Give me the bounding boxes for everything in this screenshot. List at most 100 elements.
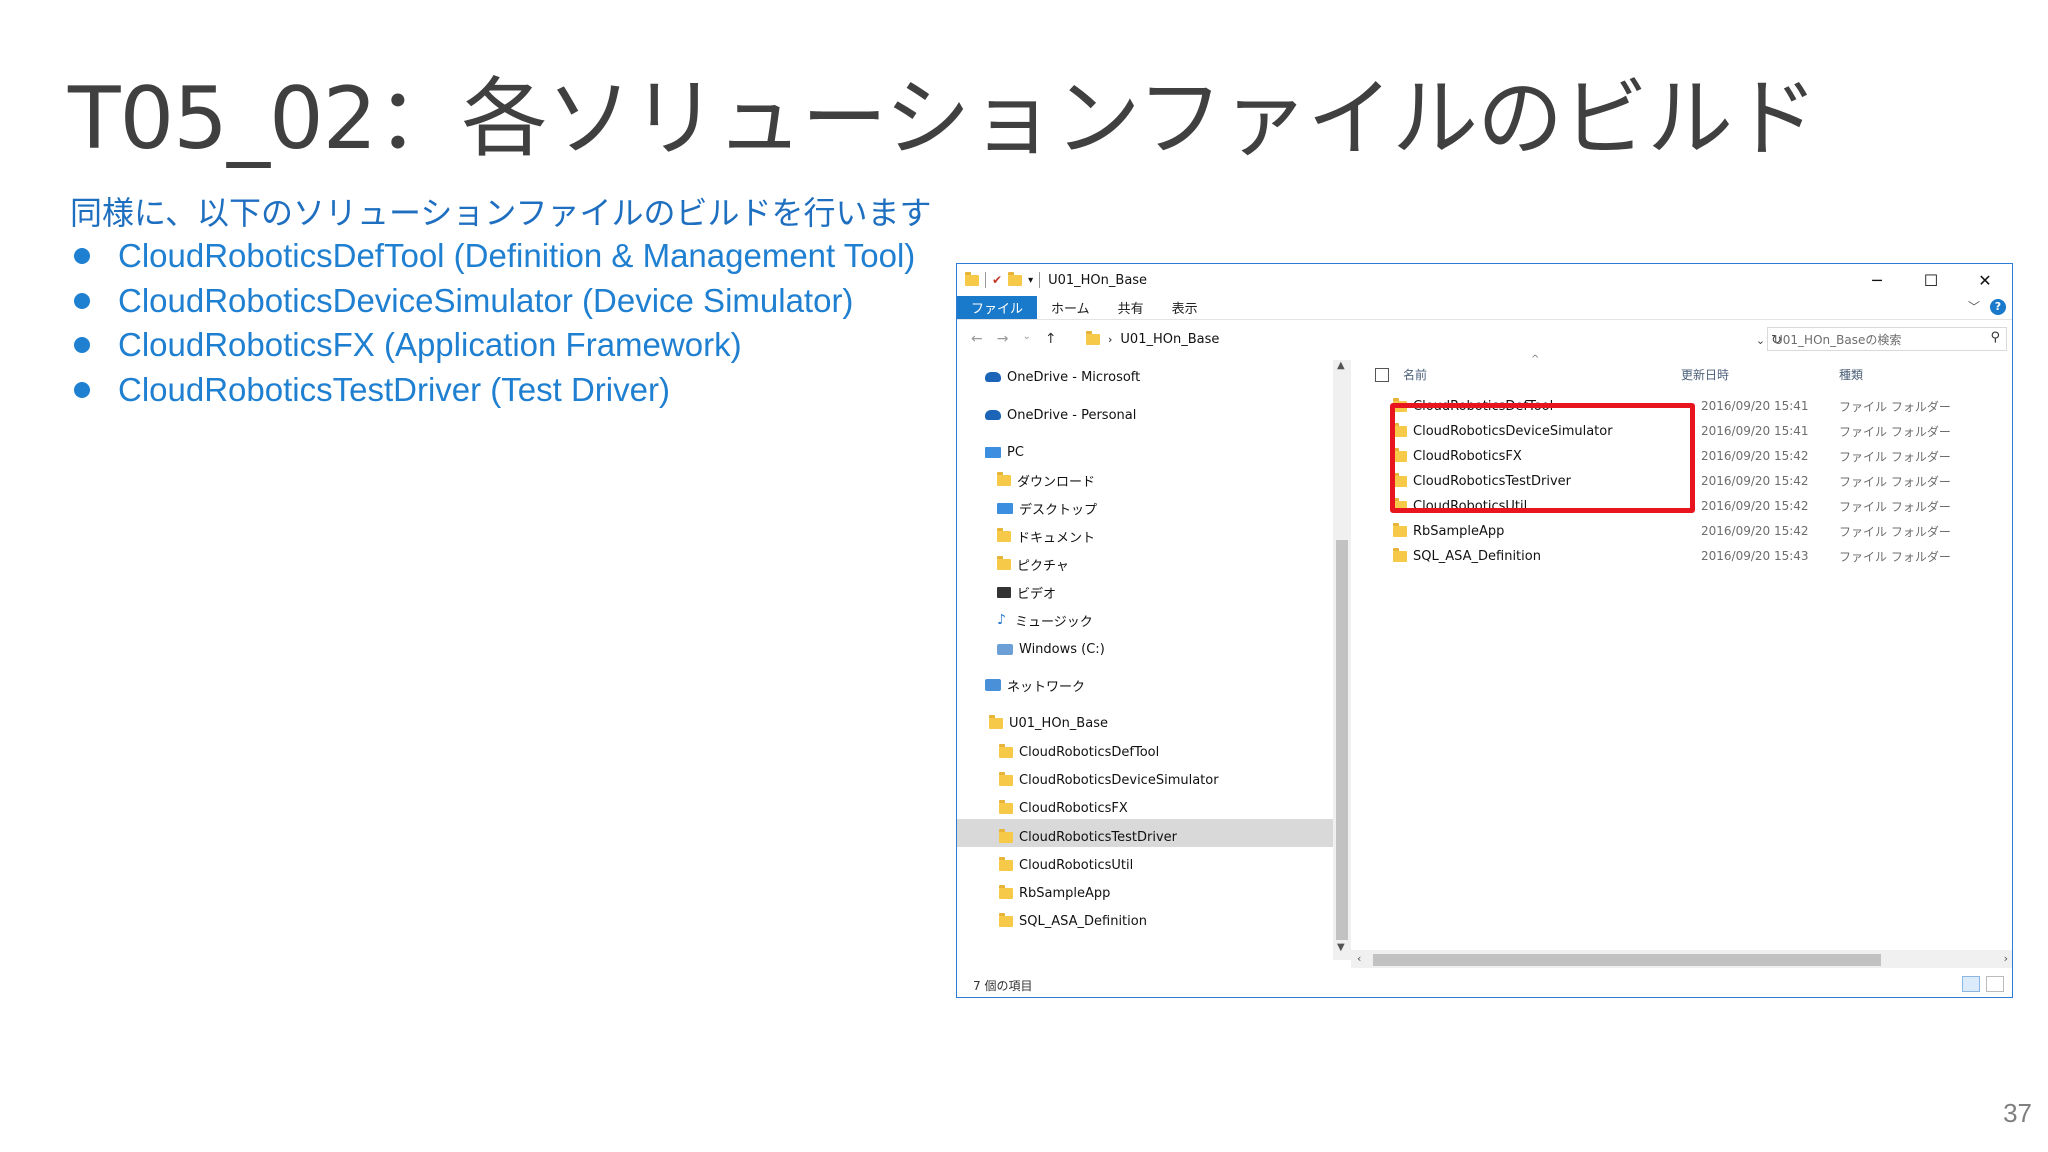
tab-view[interactable]: 表示 bbox=[1158, 296, 1212, 319]
help-icon[interactable]: ? bbox=[1990, 298, 2006, 315]
nav-scrollbar[interactable]: ▲ ▼ bbox=[1333, 360, 1351, 960]
bullet-text: CloudRoboticsTestDriver (Test Driver) bbox=[118, 370, 670, 408]
file-date: 2016/09/20 15:41 bbox=[1701, 424, 1809, 438]
nav-item-windows-c[interactable]: Windows (C:) bbox=[997, 638, 1105, 660]
minimize-icon[interactable]: ─ bbox=[1850, 264, 1904, 296]
search-icon[interactable]: ⚲ bbox=[1990, 330, 2000, 345]
nav-item-documents[interactable]: ドキュメント bbox=[997, 525, 1095, 547]
view-toggle bbox=[1962, 976, 2004, 992]
search-input[interactable]: U01_HOn_Baseの検索 ⚲ bbox=[1767, 327, 2007, 351]
scroll-down-icon[interactable]: ▼ bbox=[1337, 942, 1345, 953]
folder-icon bbox=[1393, 548, 1407, 562]
scroll-left-icon[interactable]: ‹ bbox=[1357, 952, 1361, 965]
tab-home[interactable]: ホーム bbox=[1037, 296, 1104, 319]
column-header-name[interactable]: 名前 bbox=[1403, 366, 1427, 383]
customize-dropdown-icon[interactable]: ▾ bbox=[1028, 275, 1033, 286]
nav-item-desktop[interactable]: デスクトップ bbox=[997, 497, 1097, 519]
large-icons-view-icon[interactable] bbox=[1986, 976, 2004, 992]
nav-label: ドキュメント bbox=[1017, 530, 1096, 546]
toolbar-divider bbox=[1039, 272, 1041, 288]
table-row[interactable]: CloudRoboticsDefTool 2016/09/20 15:41 ファイル… bbox=[1351, 394, 2012, 418]
nav-subfolder[interactable]: CloudRoboticsUtil bbox=[999, 854, 1133, 876]
file-type: ファイル フォルダー bbox=[1839, 474, 1951, 489]
recent-dropdown-icon[interactable]: ⌄ bbox=[1022, 331, 1030, 347]
scroll-right-icon[interactable]: › bbox=[2004, 952, 2008, 965]
file-date: 2016/09/20 15:41 bbox=[1701, 399, 1809, 413]
nav-label: OneDrive - Microsoft bbox=[1007, 369, 1141, 385]
nav-item-network[interactable]: ネットワーク bbox=[985, 674, 1085, 696]
music-icon: ♪ bbox=[997, 612, 1006, 628]
file-name[interactable]: CloudRoboticsDeviceSimulator bbox=[1413, 424, 1613, 439]
scrollbar-thumb[interactable] bbox=[1336, 540, 1348, 940]
nav-subfolder[interactable]: CloudRoboticsDeviceSimulator bbox=[999, 769, 1219, 791]
table-row[interactable]: CloudRoboticsTestDriver 2016/09/20 15:42 フ… bbox=[1351, 469, 2012, 493]
tab-share[interactable]: 共有 bbox=[1104, 296, 1158, 319]
slide-subtitle: 同様に、以下のソリューションファイルのビルドを行います bbox=[70, 194, 932, 232]
nav-item-music[interactable]: ♪ ミュージック bbox=[997, 609, 1093, 631]
scroll-up-icon[interactable]: ▲ bbox=[1337, 360, 1345, 371]
address-bar[interactable]: › U01_HOn_Base ⌄ ↻ bbox=[1079, 327, 1791, 351]
nav-item-onedrive-microsoft[interactable]: OneDrive - Microsoft bbox=[985, 366, 1140, 388]
nav-item-u01-hon-base[interactable]: U01_HOn_Base bbox=[989, 712, 1108, 734]
nav-subfolder[interactable]: CloudRoboticsFX bbox=[999, 797, 1128, 819]
back-arrow-icon[interactable]: ← bbox=[971, 331, 983, 347]
details-view-icon[interactable] bbox=[1962, 976, 1980, 992]
nav-subfolder[interactable]: RbSampleApp bbox=[999, 882, 1110, 904]
navigation-buttons: ← → ⌄ ↑ bbox=[957, 331, 1057, 347]
up-arrow-icon[interactable]: ↑ bbox=[1045, 331, 1057, 347]
file-name[interactable]: CloudRoboticsFX bbox=[1413, 449, 1522, 464]
select-all-checkbox[interactable] bbox=[1375, 368, 1389, 382]
address-dropdown-icon[interactable]: ⌄ bbox=[1756, 334, 1765, 347]
file-name[interactable]: CloudRoboticsTestDriver bbox=[1413, 474, 1571, 489]
file-name[interactable]: SQL_ASA_Definition bbox=[1413, 549, 1541, 564]
file-type: ファイル フォルダー bbox=[1839, 524, 1951, 539]
close-icon[interactable]: ✕ bbox=[1958, 264, 2012, 296]
file-name[interactable]: RbSampleApp bbox=[1413, 524, 1504, 539]
file-name[interactable]: CloudRoboticsDefTool bbox=[1413, 399, 1553, 414]
quick-access-toolbar: ✔ ▾ bbox=[957, 271, 1041, 288]
nav-label: OneDrive - Personal bbox=[1007, 407, 1137, 423]
nav-subfolder[interactable]: SQL_ASA_Definition bbox=[999, 910, 1147, 932]
bullet-text: CloudRoboticsFX (Application Framework) bbox=[118, 326, 742, 364]
breadcrumb-chevron-icon[interactable]: › bbox=[1108, 333, 1112, 346]
documents-icon bbox=[997, 527, 1011, 542]
nav-item-pc[interactable]: PC bbox=[985, 441, 1024, 463]
scrollbar-thumb[interactable] bbox=[1373, 954, 1881, 966]
folder-icon bbox=[999, 912, 1013, 927]
table-row[interactable]: CloudRoboticsFX 2016/09/20 15:42 ファイル フォルダ… bbox=[1351, 444, 2012, 468]
status-bar: 7 個の項目 bbox=[957, 972, 2012, 997]
nav-subfolder[interactable]: CloudRoboticsTestDriver bbox=[999, 826, 1177, 848]
page-number: 37 bbox=[2003, 1098, 2032, 1128]
nav-subfolder[interactable]: CloudRoboticsDefTool bbox=[999, 741, 1159, 763]
horizontal-scrollbar[interactable]: ‹ › bbox=[1351, 950, 2012, 968]
folder-icon bbox=[1393, 398, 1407, 412]
expand-ribbon-icon[interactable]: ﹀ bbox=[1968, 298, 1980, 315]
column-header-type[interactable]: 種類 bbox=[1839, 366, 1863, 383]
folder-icon bbox=[999, 856, 1013, 871]
folder-icon bbox=[999, 743, 1013, 758]
new-folder-icon[interactable] bbox=[1008, 271, 1023, 286]
nav-item-downloads[interactable]: ダウンロード bbox=[997, 469, 1095, 491]
file-name[interactable]: CloudRoboticsUtil bbox=[1413, 499, 1527, 514]
maximize-icon[interactable]: ☐ bbox=[1904, 264, 1958, 296]
folder-icon bbox=[999, 799, 1013, 814]
file-explorer-window: ✔ ▾ U01_HOn_Base ─ ☐ ✕ ファイル ホーム 共有 表示 ﹀ … bbox=[956, 263, 2013, 998]
file-date: 2016/09/20 15:42 bbox=[1701, 524, 1809, 538]
tab-file[interactable]: ファイル bbox=[957, 296, 1038, 319]
table-row[interactable]: RbSampleApp 2016/09/20 15:42 ファイル フォルダー bbox=[1351, 519, 2012, 543]
table-row[interactable]: CloudRoboticsDeviceSimulator 2016/09/20 1… bbox=[1351, 419, 2012, 443]
nav-item-onedrive-personal[interactable]: OneDrive - Personal bbox=[985, 404, 1136, 426]
breadcrumb[interactable]: U01_HOn_Base bbox=[1120, 332, 1219, 347]
forward-arrow-icon[interactable]: → bbox=[997, 331, 1009, 347]
ribbon-tabs: ファイル ホーム 共有 表示 ﹀ ? bbox=[957, 296, 2012, 320]
table-row[interactable]: SQL_ASA_Definition 2016/09/20 15:43 ファイル フ… bbox=[1351, 544, 2012, 568]
nav-item-pictures[interactable]: ピクチャ bbox=[997, 553, 1069, 575]
file-list-pane: ^ 名前 更新日時 種類 CloudRoboticsDefTool 2016/09… bbox=[1351, 354, 2012, 960]
navigation-pane: OneDrive - Microsoft OneDrive - Personal… bbox=[957, 360, 1333, 960]
properties-icon[interactable]: ✔ bbox=[992, 273, 1002, 287]
folder-icon bbox=[1393, 448, 1407, 462]
column-header-date[interactable]: 更新日時 bbox=[1681, 366, 1729, 383]
table-row[interactable]: CloudRoboticsUtil 2016/09/20 15:42 ファイル フォ… bbox=[1351, 494, 2012, 518]
toolbar-divider bbox=[985, 272, 986, 288]
nav-item-videos[interactable]: ビデオ bbox=[997, 581, 1056, 603]
